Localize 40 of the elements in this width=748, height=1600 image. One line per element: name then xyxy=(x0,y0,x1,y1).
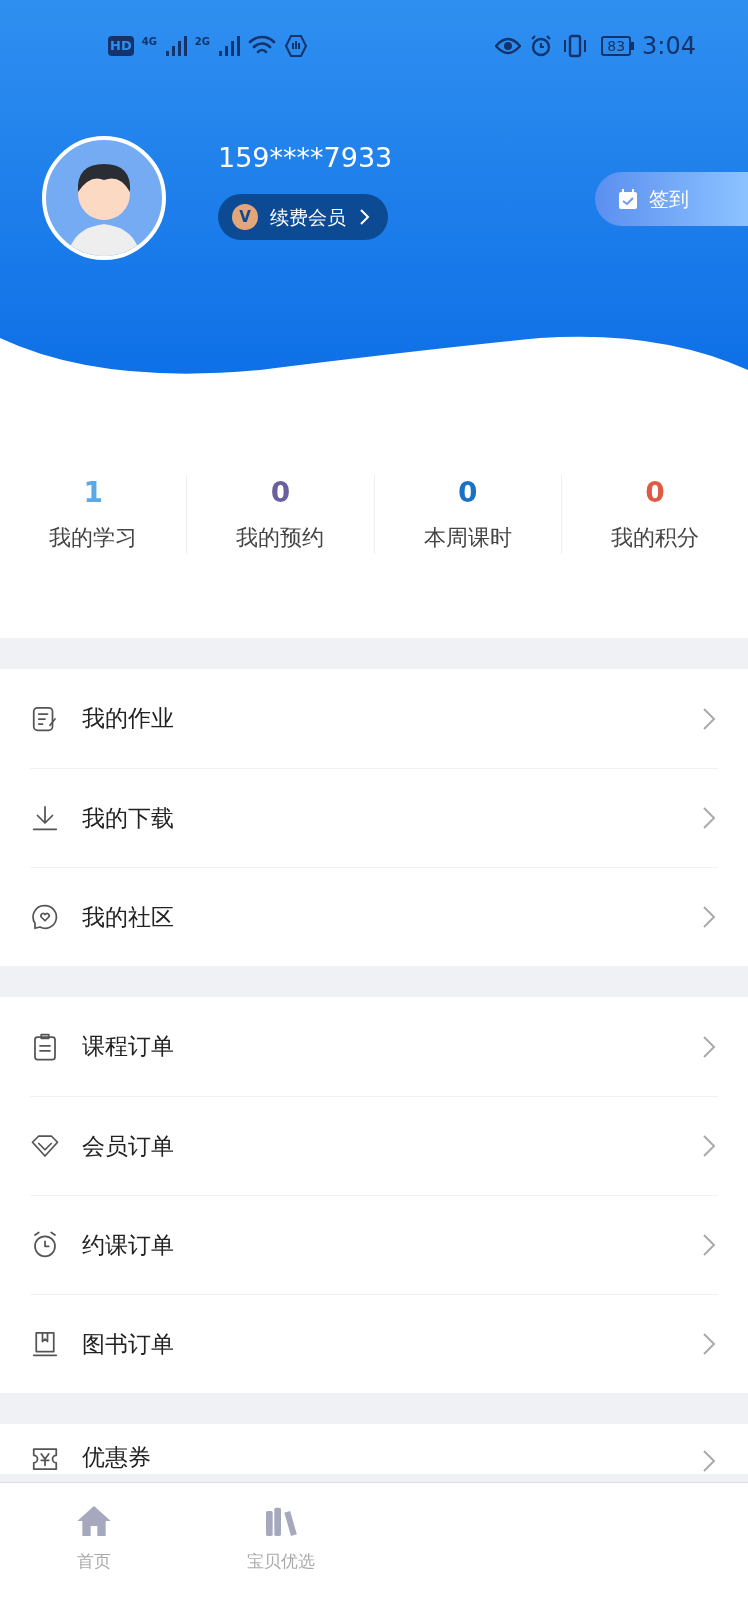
chevron-right-icon xyxy=(700,1331,718,1357)
chevron-right-icon xyxy=(700,904,718,930)
stat-value: 1 xyxy=(83,474,103,511)
stat-value: 0 xyxy=(645,474,665,511)
chevron-right-icon xyxy=(358,207,372,227)
chat-heart-icon xyxy=(30,902,60,932)
phone-number: 159****7933 xyxy=(218,141,393,175)
book-icon xyxy=(30,1329,60,1359)
stat-value: 0 xyxy=(270,474,291,511)
menu-item[interactable]: 会员订单 xyxy=(30,1096,718,1195)
hd-badge: HD xyxy=(108,36,134,56)
menu-item[interactable]: 约课订单 xyxy=(30,1195,718,1294)
chevron-right-icon xyxy=(700,1448,718,1474)
chevron-right-icon xyxy=(700,1033,718,1060)
chevron-right-icon xyxy=(700,805,718,831)
network-label: 2G xyxy=(194,35,210,49)
chevron-right-icon xyxy=(700,1232,718,1258)
stat-label: 我的预约 xyxy=(236,523,325,552)
menu-item[interactable]: 我的作业 xyxy=(30,669,718,768)
vip-badge: V xyxy=(232,204,258,230)
battery-icon: 83 xyxy=(601,36,635,56)
menu-item[interactable]: 我的社区 xyxy=(30,867,718,966)
clock-time: 3:04 xyxy=(642,31,696,62)
hand-icon xyxy=(284,34,308,58)
download-icon xyxy=(30,803,60,833)
chevron-right-icon xyxy=(700,1133,718,1159)
signal-icon xyxy=(164,35,187,57)
stat-label: 我的学习 xyxy=(49,523,138,552)
stat-value: 0 xyxy=(457,474,478,511)
network-label: 4G xyxy=(141,35,157,49)
menu-item[interactable]: 我的下载 xyxy=(30,768,718,867)
menu-item[interactable]: 课程订单 xyxy=(30,997,718,1096)
stat-label: 我的积分 xyxy=(610,523,699,552)
renew-membership-button[interactable]: V 续费会员 xyxy=(218,194,388,240)
chevron-right-icon xyxy=(700,705,718,732)
calendar-check-icon xyxy=(617,188,639,210)
stat-label: 本周课时 xyxy=(423,523,512,552)
menu-item[interactable]: 图书订单 xyxy=(30,1294,718,1393)
eye-icon xyxy=(495,36,522,56)
signal-icon xyxy=(218,35,240,57)
